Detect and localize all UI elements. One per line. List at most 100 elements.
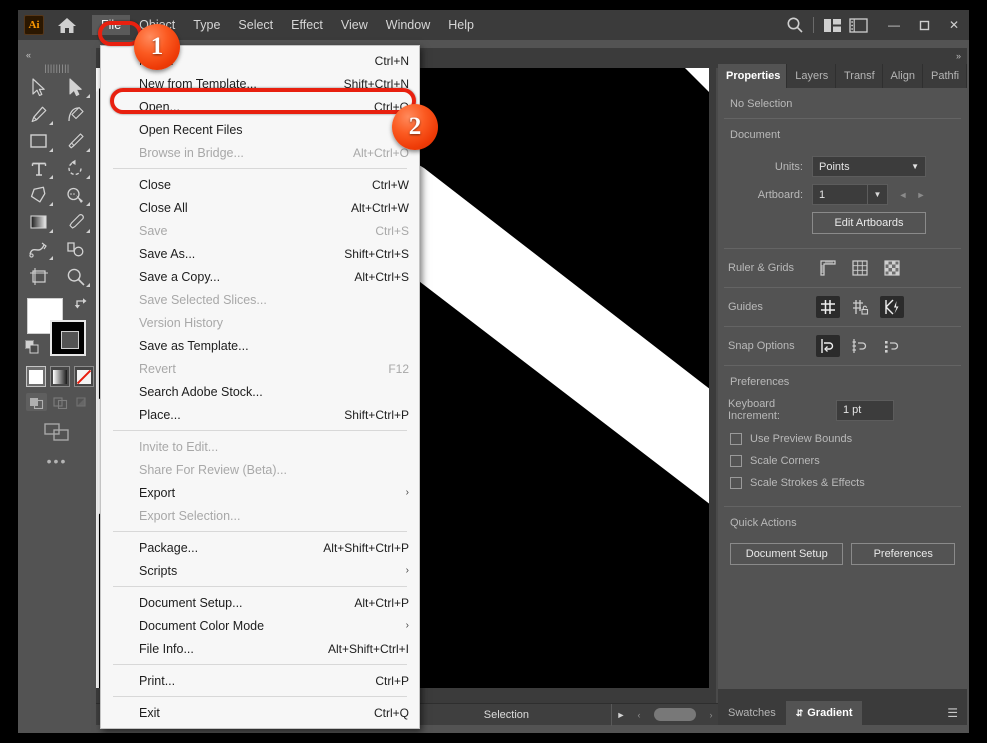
tab-align[interactable]: Align xyxy=(882,64,923,88)
color-swatch-button[interactable] xyxy=(26,366,46,387)
direct-selection-tool[interactable] xyxy=(57,74,94,101)
menu-item-file-info[interactable]: File Info... Alt+Shift+Ctrl+I xyxy=(101,637,419,660)
change-screen-mode-button[interactable] xyxy=(20,411,94,443)
symbol-sprayer-tool[interactable] xyxy=(57,236,94,263)
menu-item-place[interactable]: Place... Shift+Ctrl+P xyxy=(101,403,419,426)
menu-view[interactable]: View xyxy=(332,15,377,35)
smart-guides-icon[interactable] xyxy=(880,296,904,318)
artboard-dropdown-icon[interactable]: ▼ xyxy=(868,184,888,205)
tab-pathfinder[interactable]: Pathfi xyxy=(922,64,967,88)
rotate-tool[interactable] xyxy=(57,155,94,182)
type-tool[interactable] xyxy=(20,155,57,182)
panel-menu-icon[interactable]: ☰ xyxy=(947,706,967,720)
checkbox-box[interactable] xyxy=(730,477,742,489)
eraser-tool[interactable] xyxy=(20,182,57,209)
gradient-tool[interactable] xyxy=(20,209,57,236)
lock-guides-icon[interactable] xyxy=(848,296,872,318)
prev-artboard-icon[interactable]: ◄ xyxy=(894,184,912,205)
menu-item-save-a-copy[interactable]: Save a Copy... Alt+Ctrl+S xyxy=(101,265,419,288)
menu-item-scripts[interactable]: Scripts › xyxy=(101,559,419,582)
maximize-button[interactable] xyxy=(909,14,939,36)
checkbox-box[interactable] xyxy=(730,455,742,467)
snap-to-pixel-icon[interactable] xyxy=(880,335,904,357)
rectangle-tool[interactable] xyxy=(20,128,57,155)
zoom-tool[interactable] xyxy=(57,263,94,290)
menu-item-document-color-mode[interactable]: Document Color Mode › xyxy=(101,614,419,637)
home-icon[interactable] xyxy=(56,15,78,35)
tab-gradient[interactable]: ⇵ Gradient xyxy=(785,701,863,725)
show-rulers-icon[interactable] xyxy=(816,257,840,279)
next-artboard-icon[interactable]: ► xyxy=(912,184,930,205)
menu-item-print[interactable]: Print... Ctrl+P xyxy=(101,669,419,692)
close-button[interactable]: ✕ xyxy=(939,14,969,36)
gradient-swatch-button[interactable] xyxy=(50,366,70,387)
show-guides-icon[interactable] xyxy=(816,296,840,318)
tab-swatches[interactable]: Swatches xyxy=(718,701,786,725)
snap-options-label: Snap Options xyxy=(728,340,795,352)
menu-item-package[interactable]: Package... Alt+Shift+Ctrl+P xyxy=(101,536,419,559)
curvature-tool[interactable] xyxy=(57,101,94,128)
panel-expand-button[interactable]: » xyxy=(718,48,967,64)
stroke-color-swatch[interactable] xyxy=(50,320,86,356)
none-swatch-button[interactable] xyxy=(74,366,94,387)
checkbox-scale-strokes-effects[interactable]: Scale Strokes & Effects xyxy=(718,472,967,494)
swap-fill-stroke-icon[interactable] xyxy=(74,297,89,316)
selection-tool[interactable] xyxy=(20,74,57,101)
menu-item-search-adobe-stock[interactable]: Search Adobe Stock... xyxy=(101,380,419,403)
menu-item-document-setup[interactable]: Document Setup... Alt+Ctrl+P xyxy=(101,591,419,614)
arrange-documents-icon[interactable] xyxy=(819,14,845,36)
keyboard-increment-input[interactable]: 1 pt xyxy=(836,399,894,421)
document-setup-button[interactable]: Document Setup xyxy=(730,543,844,565)
menu-item-close[interactable]: Close Ctrl+W xyxy=(101,173,419,196)
snap-to-point-icon[interactable] xyxy=(816,335,840,357)
preferences-button[interactable]: Preferences xyxy=(851,543,955,565)
draw-normal-button[interactable] xyxy=(26,393,47,411)
tools-collapse-button[interactable]: « xyxy=(20,48,94,62)
status-scroll-zone[interactable]: ► ‹ › xyxy=(612,704,732,726)
properties-panel: » Properties Layers Transf Align Pathfi … xyxy=(718,48,967,703)
blend-tool[interactable] xyxy=(20,236,57,263)
menu-item-exit[interactable]: Exit Ctrl+Q xyxy=(101,701,419,724)
eyedropper-tool[interactable] xyxy=(57,209,94,236)
workspace-switcher-icon[interactable] xyxy=(845,14,871,36)
menu-effect[interactable]: Effect xyxy=(282,15,332,35)
menu-item-save-as[interactable]: Save As... Shift+Ctrl+S xyxy=(101,242,419,265)
checkbox-scale-corners[interactable]: Scale Corners xyxy=(718,450,967,472)
draw-inside-button[interactable] xyxy=(73,393,94,411)
show-grid-icon[interactable] xyxy=(848,257,872,279)
menu-item-save-as-template[interactable]: Save as Template... xyxy=(101,334,419,357)
status-play-icon[interactable]: ► xyxy=(612,704,630,726)
chevron-down-icon: ▼ xyxy=(911,162,919,171)
checkbox-use-preview-bounds[interactable]: Use Preview Bounds xyxy=(718,428,967,450)
paintbrush-tool[interactable] xyxy=(57,128,94,155)
shape-builder-tool[interactable] xyxy=(57,182,94,209)
menu-item-open-recent-files[interactable]: Open Recent Files xyxy=(101,118,419,141)
default-fill-stroke-icon[interactable] xyxy=(25,340,40,360)
snap-to-grid-icon[interactable] xyxy=(848,335,872,357)
minimize-button[interactable]: — xyxy=(879,14,909,36)
edit-artboards-button[interactable]: Edit Artboards xyxy=(812,212,926,234)
draw-behind-button[interactable] xyxy=(50,393,71,411)
pen-tool[interactable] xyxy=(20,101,57,128)
menu-item-close-all[interactable]: Close All Alt+Ctrl+W xyxy=(101,196,419,219)
current-tool-label[interactable]: Selection xyxy=(402,703,612,726)
menu-window[interactable]: Window xyxy=(377,15,439,35)
horizontal-scrollbar-thumb[interactable] xyxy=(654,708,696,721)
tools-drag-handle[interactable]: ||||||||| xyxy=(20,62,94,74)
chevron-right-icon: › xyxy=(405,620,409,631)
tab-properties[interactable]: Properties xyxy=(718,64,788,88)
checkbox-box[interactable] xyxy=(730,433,742,445)
menu-select[interactable]: Select xyxy=(229,15,282,35)
menu-help[interactable]: Help xyxy=(439,15,483,35)
tab-transform[interactable]: Transf xyxy=(835,64,883,88)
menu-item-export[interactable]: Export › xyxy=(101,481,419,504)
menu-type[interactable]: Type xyxy=(184,15,229,35)
artboard-tool[interactable] xyxy=(20,263,57,290)
units-select[interactable]: Points ▼ xyxy=(812,156,926,177)
edit-toolbar-button[interactable]: ••• xyxy=(20,443,94,468)
artboard-input[interactable]: 1 xyxy=(812,184,868,205)
show-transparency-grid-icon[interactable] xyxy=(880,257,904,279)
tab-layers[interactable]: Layers xyxy=(787,64,836,88)
search-icon[interactable] xyxy=(782,14,808,36)
status-scroll-left-icon[interactable]: ‹ xyxy=(630,704,648,726)
